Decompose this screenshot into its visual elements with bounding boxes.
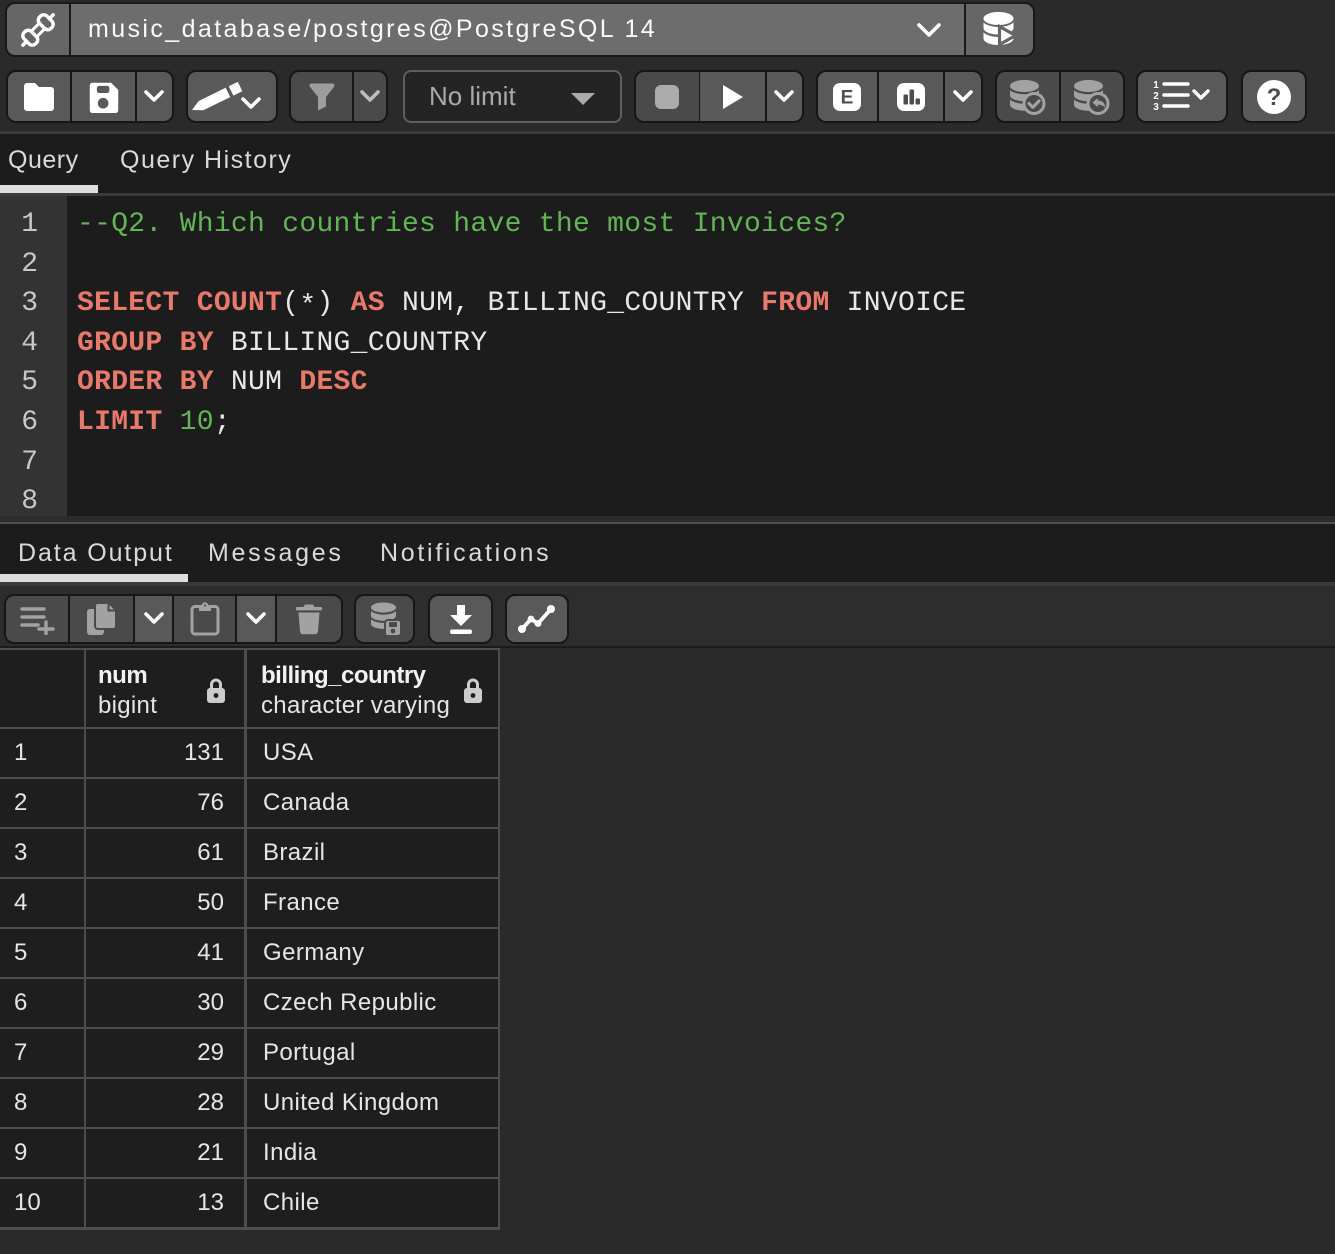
svg-text:?: ?	[1267, 84, 1282, 111]
svg-text:2: 2	[1153, 91, 1159, 102]
svg-text:3: 3	[1153, 102, 1159, 113]
svg-text:E: E	[841, 87, 854, 108]
svg-text:1: 1	[1153, 80, 1159, 91]
